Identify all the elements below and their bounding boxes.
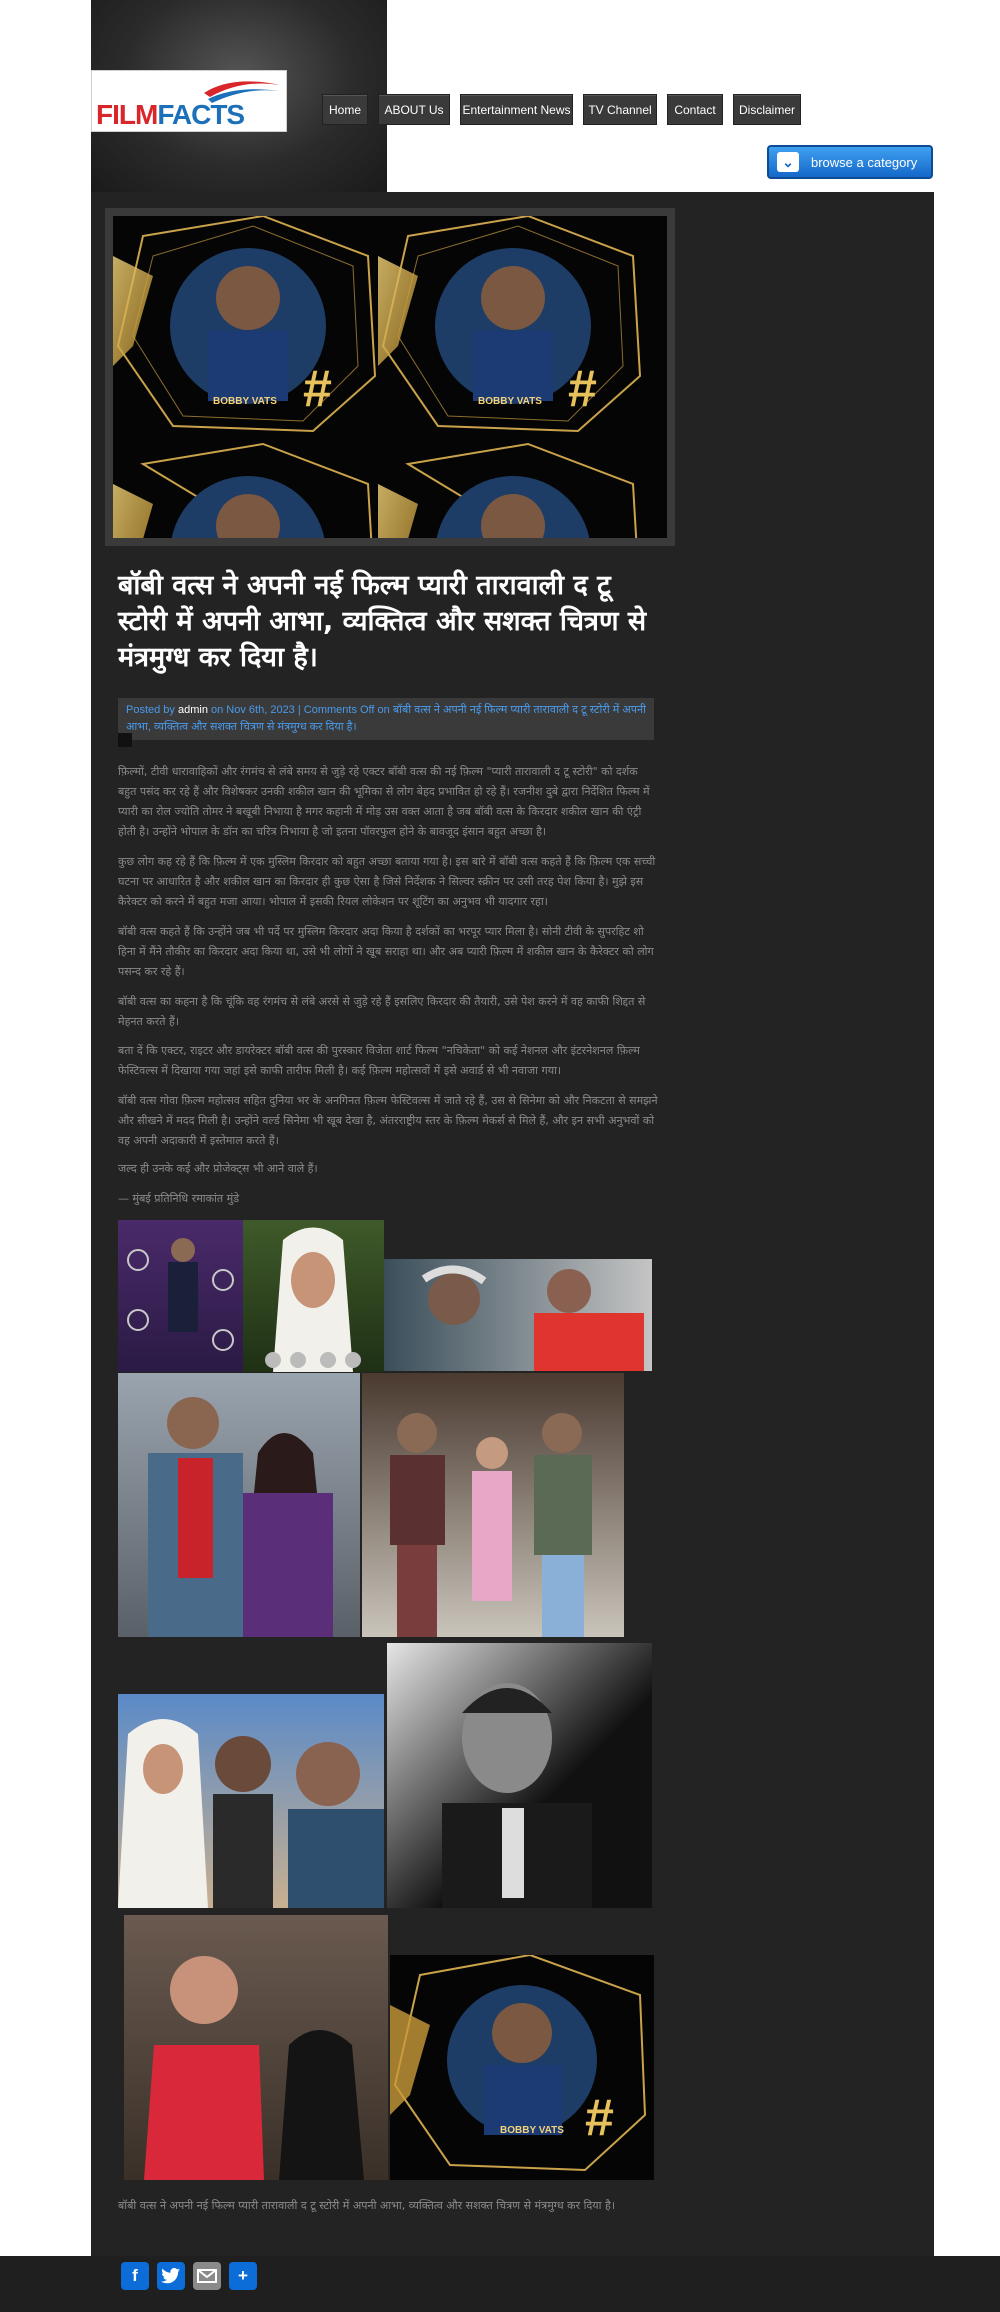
gallery-photo-selfie[interactable] [118,1694,384,1908]
nav-disclaimer[interactable]: Disclaimer [733,94,801,125]
meta-posted-by: Posted by [126,704,175,716]
gallery-photo-poster[interactable]: BOBBY VATS # [390,1955,654,2180]
nav-tv-channel[interactable]: TV Channel [583,94,657,125]
post-paragraph-5: बता दें कि एक्टर, राइटर और डायरेक्टर बॉब… [118,1044,640,1077]
post-closing-line: बॉबी वत्स ने अपनी नई फिल्म प्यारी तारावा… [118,2199,615,2212]
gallery-photo-actress[interactable] [243,1220,384,1372]
svg-text:#: # [585,2089,614,2147]
gallery-photo-scene[interactable] [384,1259,652,1371]
post-title: बॉबी वत्स ने अपनी नई फिल्म प्यारी तारावा… [118,570,647,673]
meta-thumbnail [118,733,132,747]
post-paragraph-3: बॉबी वत्स कहते हैं कि उन्होंने जब भी पर्… [118,925,654,978]
site-logo[interactable]: FILMFACTS [91,70,287,132]
featured-image[interactable]: BOBBY VATS # BOBBY VATS # [105,208,675,546]
browse-category-button[interactable]: ⌄ browse a category [767,145,933,179]
post-paragraph-1: फ़िल्मों, टीवी धारावाहिकों और रंगमंच से … [118,765,650,838]
chevron-down-icon: ⌄ [777,152,799,172]
nav-entertainment-news[interactable]: Entertainment News [460,94,573,125]
featured-caption-right: BOBBY VATS [478,396,542,407]
nav-contact[interactable]: Contact [667,94,723,125]
post-paragraph-6: बॉबी वत्स गोवा फ़िल्म महोत्सव सहित दुनिय… [118,1094,658,1147]
logo-text: FILMFACTS [96,99,245,130]
share-plus-icon[interactable]: + [229,2262,257,2290]
post-paragraph-4: बॉबी वत्स का कहना है कि चूंकि वह रंगमंच … [118,995,646,1028]
twitter-icon[interactable] [157,2262,185,2290]
email-icon[interactable] [193,2262,221,2290]
post-byline: — मुंबई प्रतिनिधि रमाकांत मुंडे [118,1192,240,1205]
footer-bar [0,2256,1000,2312]
gallery-photo-award[interactable] [118,1220,243,1372]
svg-text:#: # [568,360,597,418]
nav-home[interactable]: Home [322,94,368,125]
post-paragraph-2: कुछ लोग कह रहे हैं कि फ़िल्म में एक मुस्… [118,855,656,908]
post-paragraph-7: जल्द ही उनके कई और प्रोजेक्ट्स भी आने वा… [118,1162,318,1175]
nav-about[interactable]: ABOUT Us [378,94,450,125]
gallery-photo-duo[interactable] [118,1373,360,1637]
featured-image-collage: BOBBY VATS # BOBBY VATS # [113,216,667,538]
gallery-photo-bw-portrait[interactable] [387,1643,652,1908]
svg-text:#: # [303,360,332,418]
browse-category-label: browse a category [811,155,918,170]
poster-caption: BOBBY VATS [500,2125,564,2136]
featured-caption-left: BOBBY VATS [213,396,277,407]
facebook-icon[interactable]: f [121,2262,149,2290]
gallery-photo-event[interactable] [362,1373,624,1637]
gallery-photo-couple[interactable] [124,1915,388,2180]
post-meta: Posted by admin on Nov 6th, 2023 | Comme… [118,698,654,740]
meta-author-link[interactable]: admin [178,704,208,716]
